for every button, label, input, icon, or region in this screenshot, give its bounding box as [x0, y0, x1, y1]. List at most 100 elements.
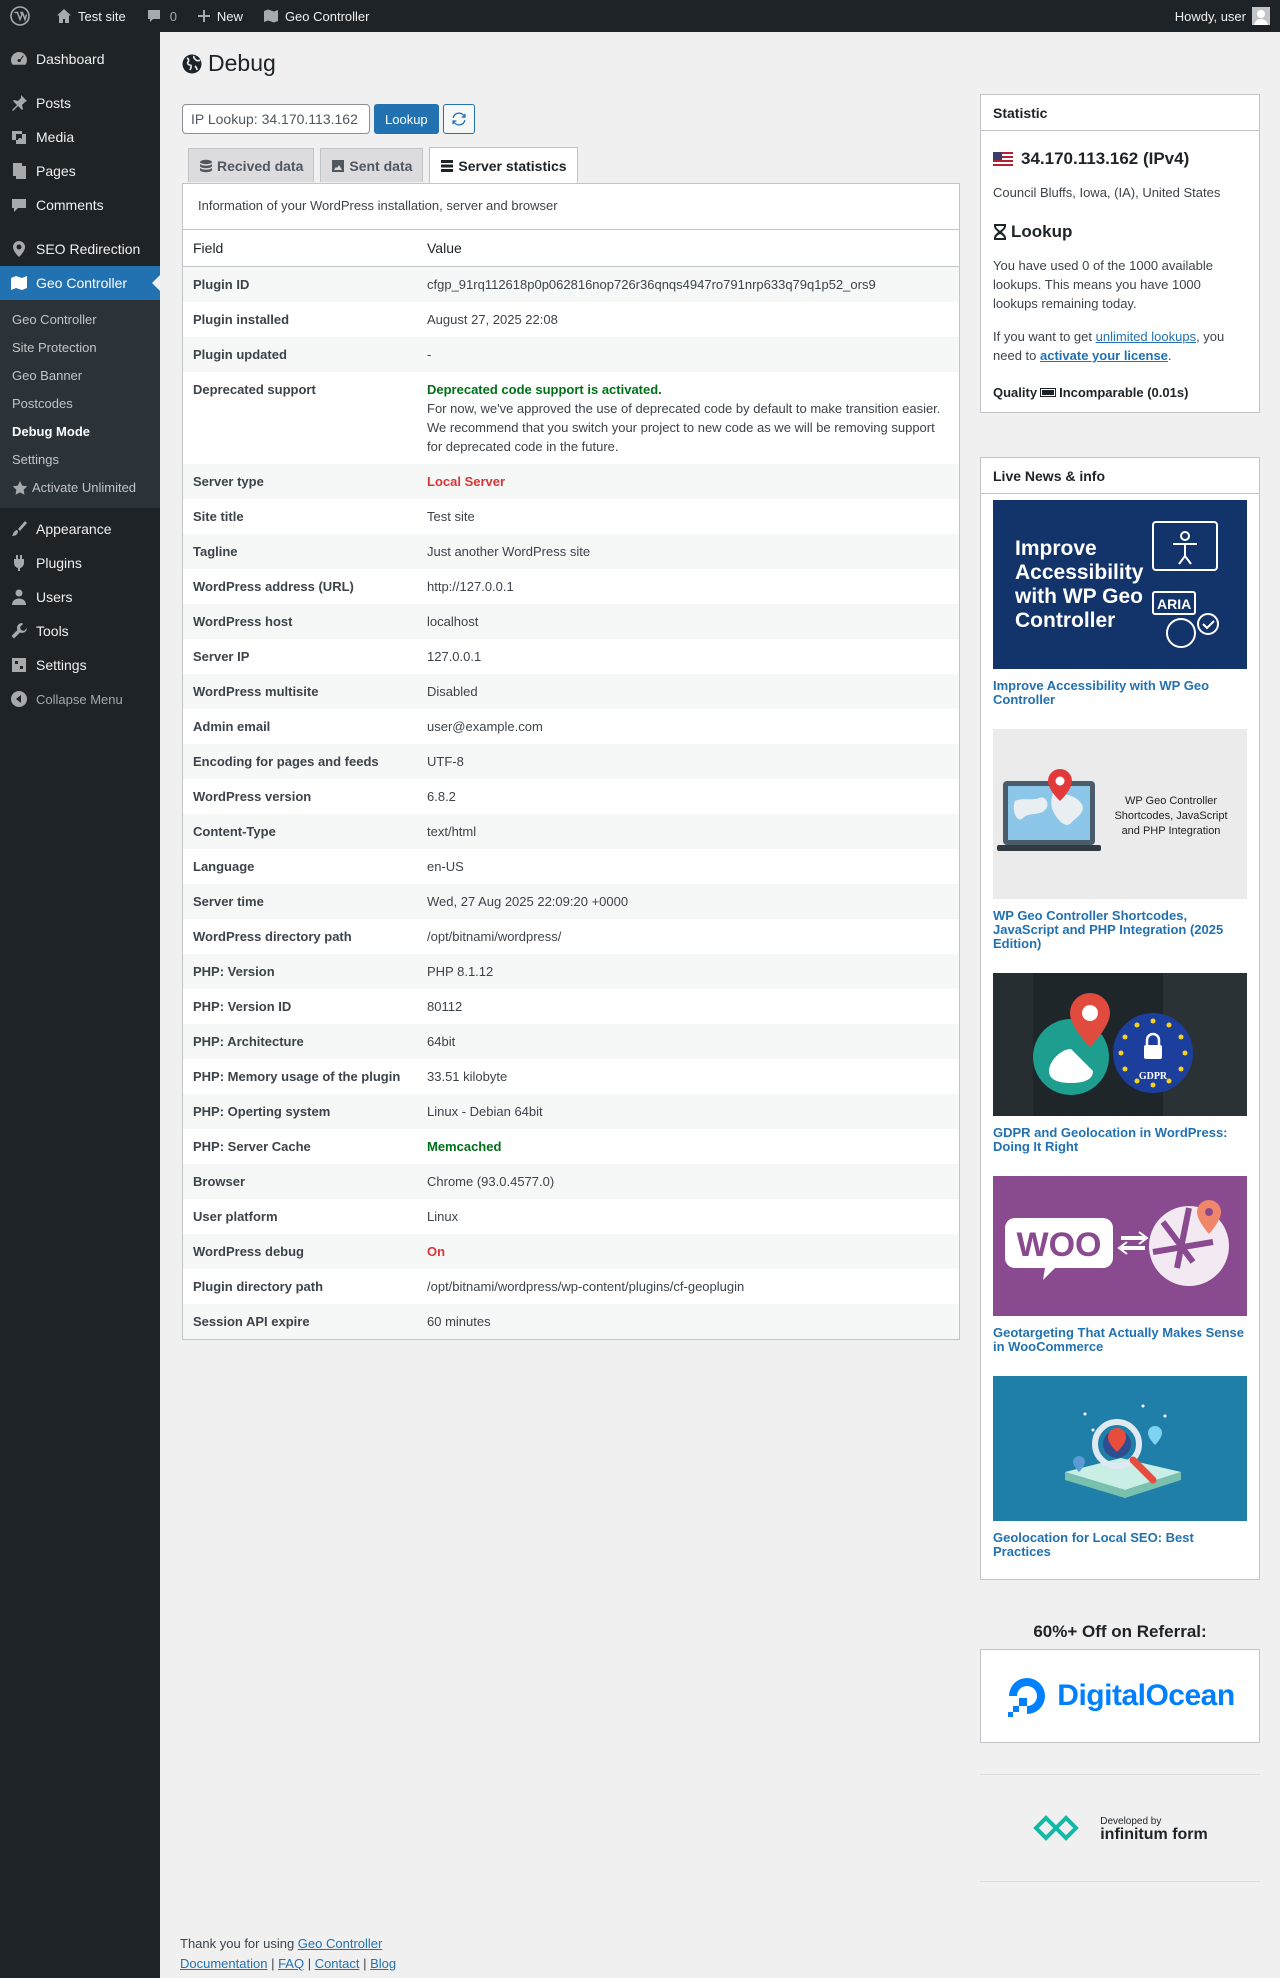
ip-lookup-input[interactable]: IP Lookup: 34.170.113.162	[182, 104, 370, 134]
submenu-site-protection[interactable]: Site Protection	[0, 334, 160, 362]
row-value: On	[417, 1233, 959, 1269]
developer-credit[interactable]: Developed by infinitum form	[980, 1774, 1260, 1882]
submenu-debug-mode[interactable]: Debug Mode	[0, 418, 160, 446]
my-account-link[interactable]: Howdy, user	[1165, 0, 1280, 32]
sidebar-item-dashboard[interactable]: Dashboard	[0, 42, 160, 76]
table-row: Deprecated support Deprecated code suppor…	[183, 372, 959, 464]
comments-link[interactable]: 0	[136, 0, 187, 32]
row-field: Tagline	[183, 533, 417, 569]
row-value: localhost	[417, 603, 959, 639]
collapse-icon	[11, 691, 27, 707]
refresh-button[interactable]	[442, 104, 475, 134]
submenu-postcodes[interactable]: Postcodes	[0, 390, 160, 418]
row-field: Plugin ID	[183, 266, 417, 302]
footer-contact-link[interactable]: Contact	[315, 1956, 360, 1971]
row-field: PHP: Memory usage of the plugin	[193, 1068, 401, 1084]
row-value: Memcached	[417, 1129, 959, 1164]
row-value-text: Disabled	[427, 683, 478, 699]
row-value: en-US	[417, 849, 959, 884]
accessibility-article-image[interactable]: Improve Accessibility with WP Geo Contro…	[993, 500, 1247, 669]
footer-documentation-link[interactable]: Documentation	[180, 1956, 267, 1971]
row-field: WordPress debug	[183, 1233, 417, 1269]
sidebar-item-label: Appearance	[36, 521, 112, 537]
sidebar-item-seo-redirection[interactable]: SEO Redirection	[0, 232, 160, 266]
row-value-text: UTF-8	[427, 753, 464, 769]
row-value-text: PHP 8.1.12	[427, 963, 494, 979]
woocommerce-article-image[interactable]: WOO	[993, 1176, 1247, 1316]
submenu-settings[interactable]: Settings	[0, 446, 160, 474]
new-content-link[interactable]: New	[187, 0, 253, 32]
row-field: Encoding for pages and feeds	[183, 743, 417, 779]
submenu-geo-controller[interactable]: Geo Controller	[0, 306, 160, 334]
row-value-text: 60 minutes	[427, 1313, 491, 1329]
sidebar-item-media[interactable]: Media	[0, 120, 160, 154]
news-title-link[interactable]: GDPR and Geolocation in WordPress: Doing…	[993, 1126, 1247, 1154]
row-field: Content-Type	[183, 813, 417, 849]
row-value: -	[417, 336, 959, 372]
sidebar-item-users[interactable]: Users	[0, 580, 160, 614]
wordpress-logo-button[interactable]	[0, 0, 46, 32]
tab-recived-data[interactable]: Recived data	[188, 148, 315, 182]
footer-plugin-link[interactable]: Geo Controller	[298, 1936, 383, 1951]
sidebar-item-geo-controller[interactable]: Geo Controller	[0, 266, 160, 300]
row-value: PHP 8.1.12	[417, 953, 959, 989]
news-title-link[interactable]: Improve Accessibility with WP Geo Contro…	[993, 679, 1247, 707]
server-statistics-panel: Information of your WordPress installati…	[182, 183, 960, 1340]
digitalocean-banner[interactable]: DigitalOcean	[980, 1649, 1260, 1743]
news-title-link[interactable]: Geolocation for Local SEO: Best Practice…	[993, 1531, 1247, 1559]
sidebar-item-pages[interactable]: Pages	[0, 154, 160, 188]
news-item[interactable]: WOO Geotargeting That Actually Makes Sen…	[993, 1176, 1247, 1354]
local-seo-article-image[interactable]	[993, 1376, 1247, 1521]
sidebar-item-settings[interactable]: Settings	[0, 648, 160, 682]
sidebar-item-tools[interactable]: Tools	[0, 614, 160, 648]
lookup-button[interactable]: Lookup	[374, 104, 439, 134]
sidebar-item-comments[interactable]: Comments	[0, 188, 160, 222]
sidebar-item-plugins[interactable]: Plugins	[0, 546, 160, 580]
row-value-text: user@example.com	[427, 718, 543, 734]
footer-blog-link[interactable]: Blog	[370, 1956, 396, 1971]
comments-icon	[12, 199, 26, 212]
row-field: WordPress directory path	[193, 928, 352, 944]
sidebar-item-posts[interactable]: Posts	[0, 86, 160, 120]
unlimited-lookups-link[interactable]: unlimited lookups	[1096, 329, 1196, 344]
submenu-activate-unlimited[interactable]: Activate Unlimited	[0, 474, 160, 502]
unlimited-pre: If you want to get	[993, 329, 1096, 344]
tab-server-statistics[interactable]: Server statistics	[429, 147, 578, 183]
geo-controller-link[interactable]: Geo Controller	[253, 0, 380, 32]
row-field: Server IP	[193, 648, 250, 664]
news-title-link[interactable]: WP Geo Controller Shortcodes, JavaScript…	[993, 909, 1247, 951]
sidebar-item-appearance[interactable]: Appearance	[0, 512, 160, 546]
shortcodes-article-image[interactable]: WP Geo Controller Shortcodes, JavaScript…	[993, 729, 1247, 899]
row-value: Just another WordPress site	[417, 533, 959, 569]
location-icon	[13, 241, 25, 257]
hourglass-icon	[994, 224, 1006, 240]
table-row: WordPress multisite Disabled	[183, 673, 959, 709]
tab-label: Server statistics	[458, 157, 567, 174]
site-name-link[interactable]: Test site	[46, 0, 136, 32]
submenu-geo-banner[interactable]: Geo Banner	[0, 362, 160, 390]
tab-sent-data[interactable]: Sent data	[320, 148, 424, 182]
news-item[interactable]: Improve Accessibility with WP Geo Contro…	[993, 500, 1247, 707]
table-row: Session API expire 60 minutes	[183, 1303, 959, 1339]
table-row: WordPress directory path/opt/bitnami/wor…	[183, 919, 959, 954]
referral-title: 60%+ Off on Referral:	[1033, 1622, 1207, 1641]
row-field: WordPress multisite	[183, 673, 417, 709]
row-value: http://127.0.0.1	[417, 569, 959, 604]
table-row: User platform Linux	[183, 1199, 959, 1234]
row-value-text: Deprecated code support is activated.	[427, 381, 662, 397]
news-item[interactable]: Geolocation for Local SEO: Best Practice…	[993, 1376, 1247, 1559]
gdpr-article-image[interactable]: GDPR	[993, 973, 1247, 1116]
news-item[interactable]: GDPR GDPR and Geolocation in WordPress: …	[993, 973, 1247, 1154]
img-badge: GDPR	[1139, 1071, 1168, 1082]
developer-credit-text: Developed by infinitum form	[1100, 1815, 1208, 1843]
row-field: PHP: Version ID	[193, 998, 292, 1014]
footer-faq-link[interactable]: FAQ	[278, 1956, 304, 1971]
users-icon	[12, 589, 26, 605]
row-value: Disabled	[417, 673, 959, 709]
activate-license-link[interactable]: activate your license	[1040, 348, 1168, 363]
collapse-menu-button[interactable]: Collapse Menu	[0, 682, 160, 716]
news-item[interactable]: WP Geo Controller Shortcodes, JavaScript…	[993, 729, 1247, 951]
quality-line: Quality Incomparable (0.01s)	[993, 385, 1247, 400]
news-title-link[interactable]: Geotargeting That Actually Makes Sense i…	[993, 1326, 1247, 1354]
table-row: Plugin updated -	[183, 336, 959, 372]
